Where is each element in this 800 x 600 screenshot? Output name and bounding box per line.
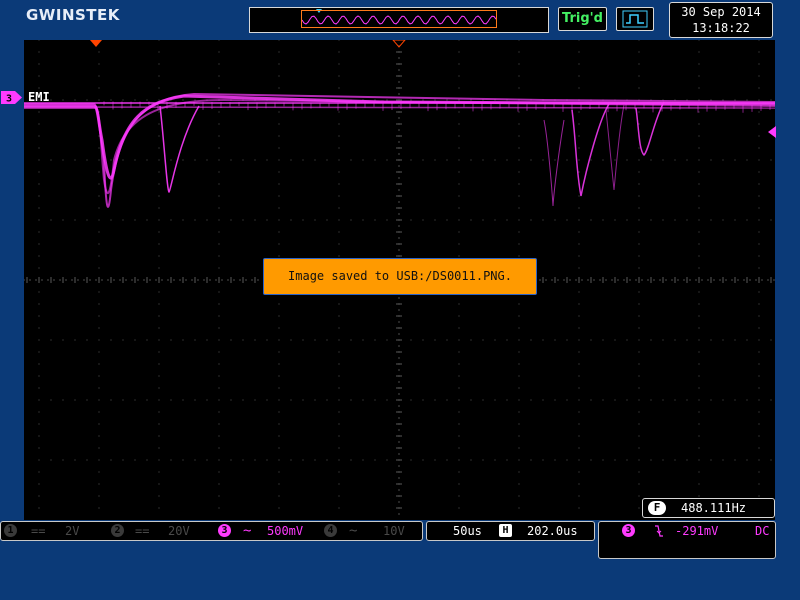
channel-1-badge: 1: [4, 524, 17, 537]
waveform-trace: [605, 104, 625, 191]
trigger-source-badge: 3: [622, 524, 635, 537]
channel-3-status[interactable]: 3 ~ 500mV: [215, 522, 315, 540]
channel-2-badge: 2: [111, 524, 124, 537]
ac-coupling-icon: ~: [349, 523, 358, 539]
timebase-readout[interactable]: 50us H 202.0us: [426, 521, 595, 541]
channel-4-status[interactable]: 4 ~ 10V: [321, 522, 421, 540]
channel-3-scale: 500mV: [267, 524, 304, 538]
channel-4-badge: 4: [324, 524, 337, 537]
square-wave-icon: [622, 10, 648, 28]
save-message: Image saved to USB:/DS0011.PNG.: [263, 258, 537, 295]
channel-1-status[interactable]: 1 == 2V: [1, 522, 101, 540]
acquire-mode-button[interactable]: [616, 7, 654, 31]
waveform-trace: [159, 105, 200, 194]
channel-status-bar: 1 == 2V 2 == 20V 3 ~ 500mV 4 ~ 10V: [0, 521, 423, 541]
channel-3-label: EMI: [28, 90, 50, 104]
frequency-icon: F: [648, 501, 666, 515]
channel-2-scale: 20V: [168, 524, 190, 538]
trigger-level: -291mV: [675, 524, 719, 538]
channel-3-ground-marker[interactable]: 3: [1, 91, 23, 104]
datetime-display: 30 Sep 2014 13:18:22: [669, 2, 773, 38]
left-arrow-marker-icon[interactable]: [766, 126, 776, 138]
dc-coupling-icon: ==: [135, 524, 150, 538]
horizontal-delay-icon: H: [499, 524, 512, 537]
channel-1-scale: 2V: [65, 524, 80, 538]
timebase-scale: 50us: [453, 524, 482, 538]
falling-edge-icon: [655, 525, 663, 537]
overview-window[interactable]: [301, 10, 497, 28]
frequency-readout: F 488.111Hz: [642, 498, 775, 518]
dc-coupling-icon: ==: [31, 524, 46, 538]
trigger-status-badge: Trig'd: [558, 7, 607, 31]
waveform-trace: [543, 119, 565, 207]
waveform-trace: [571, 103, 610, 197]
waveform-overview-bar[interactable]: [249, 7, 549, 33]
timebase-delay: 202.0us: [527, 524, 578, 538]
trigger-position-marker: [90, 40, 102, 47]
waveform-trace: [635, 101, 665, 157]
brand-logo: GWINSTEK: [26, 6, 120, 24]
trigger-readout[interactable]: 3 -291mV DC: [598, 521, 776, 559]
date-text: 30 Sep 2014: [681, 5, 761, 19]
trigger-coupling: DC: [755, 524, 770, 538]
waveform-trace: [24, 98, 775, 195]
svg-text:3: 3: [6, 94, 12, 105]
channel-3-badge: 3: [218, 524, 231, 537]
channel-4-scale: 10V: [383, 524, 405, 538]
time-text: 13:18:22: [692, 21, 750, 35]
frequency-value: 488.111Hz: [681, 501, 747, 515]
ac-coupling-icon: ~: [243, 523, 252, 539]
channel-2-status[interactable]: 2 == 20V: [108, 522, 208, 540]
